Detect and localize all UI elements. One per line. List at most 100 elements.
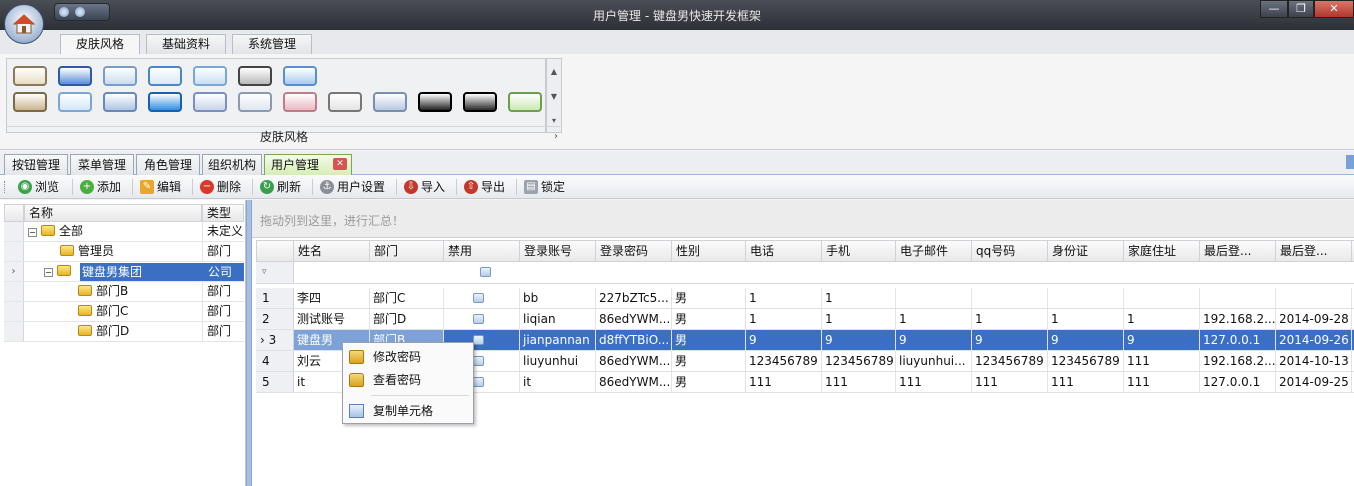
table-cell[interactable]: liuyunhui xyxy=(520,351,596,371)
table-cell[interactable]: liqian xyxy=(520,309,596,329)
skin-swatch[interactable] xyxy=(238,66,272,86)
table-cell[interactable]: d8ffYTBiO... xyxy=(596,330,672,350)
disabled-checkbox[interactable] xyxy=(473,293,484,303)
table-cell[interactable]: 227bZTc5... xyxy=(596,288,672,308)
table-cell[interactable]: 111 xyxy=(1124,372,1200,392)
column-header[interactable]: qq号码 xyxy=(972,240,1048,262)
minimize-button[interactable]: — xyxy=(1260,0,1288,18)
chevron-up-icon[interactable]: ▲ xyxy=(547,59,561,84)
column-header[interactable]: 登录账号 xyxy=(520,240,596,262)
gallery-scroll[interactable]: ▲ ▼ ▾ xyxy=(546,58,562,133)
skin-swatch[interactable] xyxy=(103,66,137,86)
group-by-panel[interactable]: 拖动列到这里，进行汇总！ xyxy=(252,200,1354,238)
table-cell[interactable]: 111 xyxy=(1048,372,1124,392)
skin-swatch[interactable] xyxy=(103,92,137,112)
column-header[interactable]: 性别 xyxy=(672,240,746,262)
lock-button[interactable]: ▤ 锁定 xyxy=(524,178,565,196)
table-cell[interactable] xyxy=(1200,288,1276,308)
skin-swatch[interactable] xyxy=(283,66,317,86)
disabled-checkbox[interactable] xyxy=(473,356,484,366)
table-cell[interactable]: 123456789 xyxy=(746,351,822,371)
table-cell[interactable]: 男 xyxy=(672,330,746,350)
table-cell[interactable]: liuyunhui... xyxy=(896,351,972,371)
table-cell[interactable]: 测试账号 xyxy=(294,309,370,329)
table-cell[interactable]: 9 xyxy=(1048,330,1124,350)
skin-swatch[interactable] xyxy=(13,66,47,86)
column-header[interactable]: 身份证 xyxy=(1048,240,1124,262)
skin-swatch[interactable] xyxy=(238,92,272,112)
table-cell[interactable]: 部门C xyxy=(370,288,444,308)
table-cell[interactable]: 9 xyxy=(972,330,1048,350)
column-header[interactable]: 登录密码 xyxy=(596,240,672,262)
delete-button[interactable]: − 删除 xyxy=(200,178,241,196)
table-cell[interactable]: bb xyxy=(520,288,596,308)
table-cell[interactable]: 9 xyxy=(896,330,972,350)
skin-swatch[interactable] xyxy=(283,92,317,112)
table-cell[interactable]: 1 xyxy=(896,309,972,329)
tree-row[interactable]: − 全部 未定义 xyxy=(4,222,244,242)
skin-swatch[interactable] xyxy=(328,92,362,112)
tab-scroll-icon[interactable] xyxy=(1346,155,1354,169)
tab-menu-management[interactable]: 菜单管理 xyxy=(70,154,134,175)
table-cell[interactable]: 111 xyxy=(972,372,1048,392)
chevron-down-icon[interactable]: ▼ xyxy=(547,84,561,109)
table-cell[interactable]: 1 xyxy=(972,309,1048,329)
tree-row[interactable]: 管理员 部门 xyxy=(4,242,244,262)
table-cell[interactable]: 111 xyxy=(822,372,896,392)
edit-button[interactable]: ✎ 编辑 xyxy=(140,178,181,196)
user-settings-button[interactable]: ⚓ 用户设置 xyxy=(320,178,385,196)
table-cell[interactable] xyxy=(1276,288,1352,308)
table-cell[interactable]: 2014-09-28 xyxy=(1276,309,1352,329)
tab-button-management[interactable]: 按钮管理 xyxy=(4,154,68,175)
import-button[interactable]: ⇩ 导入 xyxy=(404,178,445,196)
skin-swatch[interactable] xyxy=(508,92,542,112)
table-cell[interactable]: 9 xyxy=(746,330,822,350)
tab-skin[interactable]: 皮肤风格 xyxy=(60,34,140,55)
column-header[interactable]: 姓名 xyxy=(294,240,370,262)
table-cell[interactable]: 1 xyxy=(746,288,822,308)
group-launcher-icon[interactable]: › xyxy=(554,127,558,147)
table-cell[interactable]: 2014-10-13 xyxy=(1276,351,1352,371)
table-cell[interactable]: 部门D xyxy=(370,309,444,329)
table-cell[interactable] xyxy=(896,288,972,308)
maximize-button[interactable]: ❐ xyxy=(1288,0,1314,18)
table-cell[interactable]: 111 xyxy=(746,372,822,392)
table-cell[interactable]: 2014-09-25 xyxy=(1276,372,1352,392)
toolbar-grip-icon[interactable] xyxy=(4,181,7,193)
column-header[interactable]: 电话 xyxy=(746,240,822,262)
tree-row-selected[interactable]: › − 键盘男集团 公司 xyxy=(4,262,244,282)
table-cell[interactable]: 1 xyxy=(746,309,822,329)
tree-row[interactable]: 部门C 部门 xyxy=(4,302,244,322)
disabled-checkbox[interactable] xyxy=(473,335,484,345)
table-cell[interactable]: 1 xyxy=(1048,309,1124,329)
table-cell[interactable]: it xyxy=(520,372,596,392)
table-cell[interactable]: 1 xyxy=(822,288,896,308)
tab-basic-data[interactable]: 基础资料 xyxy=(146,34,226,54)
skin-swatch[interactable] xyxy=(193,66,227,86)
quick-access-toolbar[interactable] xyxy=(54,3,110,21)
tree-row[interactable]: 部门B 部门 xyxy=(4,282,244,302)
table-cell[interactable] xyxy=(972,288,1048,308)
table-cell[interactable]: 1 xyxy=(822,309,896,329)
menu-item-change-password[interactable]: 修改密码 xyxy=(345,346,471,368)
close-tab-icon[interactable]: ✕ xyxy=(333,158,347,170)
column-header[interactable]: 禁用 xyxy=(444,240,520,262)
column-header[interactable]: 部门 xyxy=(370,240,444,262)
skin-swatch[interactable] xyxy=(58,66,92,86)
skin-swatch[interactable] xyxy=(148,66,182,86)
table-cell[interactable]: 男 xyxy=(672,309,746,329)
table-cell[interactable]: 男 xyxy=(672,372,746,392)
table-cell[interactable]: 127.0.0.1 xyxy=(1200,330,1276,350)
skin-swatch[interactable] xyxy=(373,92,407,112)
tab-role-management[interactable]: 角色管理 xyxy=(136,154,200,175)
refresh-button[interactable]: ↻ 刷新 xyxy=(260,178,301,196)
table-cell[interactable]: 86edYWM... xyxy=(596,309,672,329)
table-cell[interactable]: 192.168.2... xyxy=(1200,309,1276,329)
table-row[interactable]: 2 测试账号 部门D liqian 86edYWM... 男 1 1 1 1 1 1 192.168.2… xyxy=(256,309,1354,330)
export-button[interactable]: ⇧ 导出 xyxy=(464,178,505,196)
filter-checkbox[interactable] xyxy=(480,267,491,277)
tab-system-management[interactable]: 系统管理 xyxy=(232,34,312,54)
table-cell[interactable]: 123456789 xyxy=(1048,351,1124,371)
disabled-checkbox[interactable] xyxy=(473,314,484,324)
table-cell[interactable]: 192.168.2... xyxy=(1200,351,1276,371)
